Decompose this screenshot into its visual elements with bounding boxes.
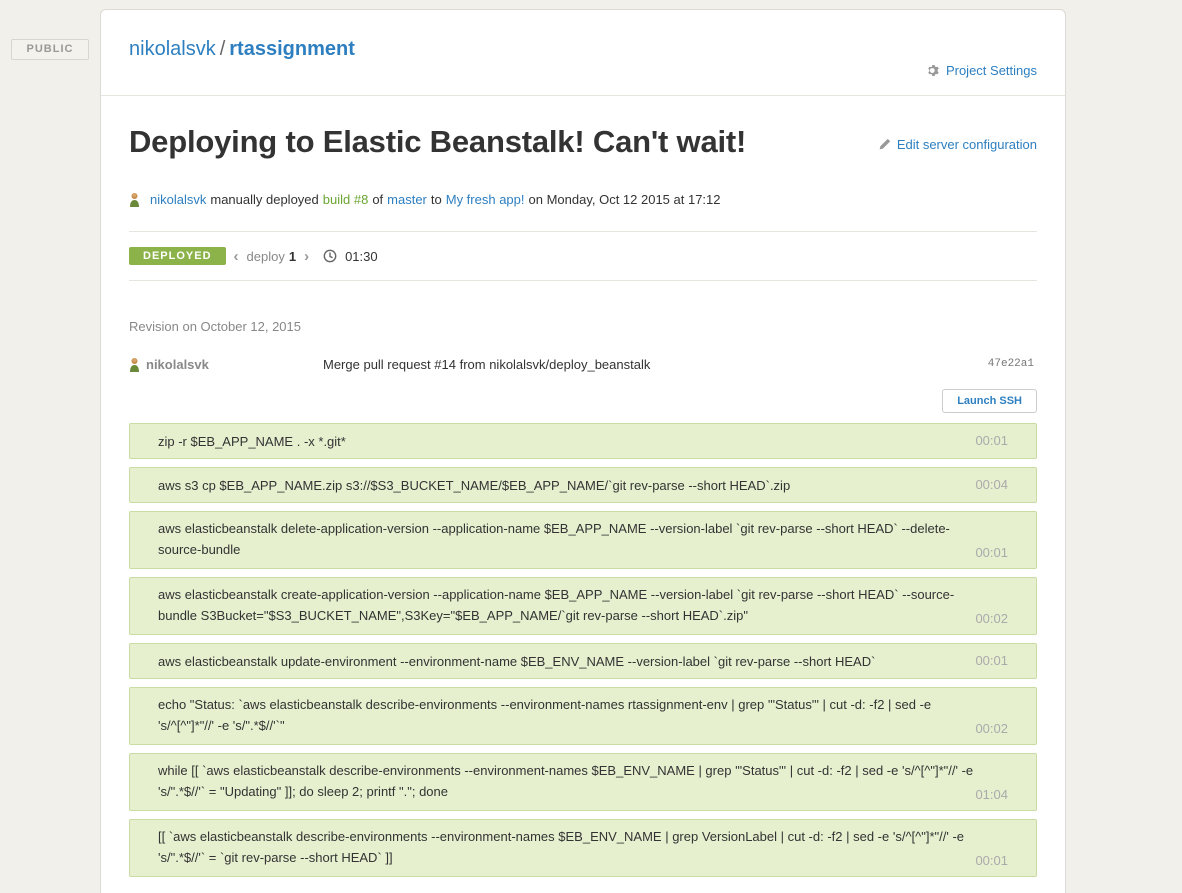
status-row: DEPLOYED ‹ deploy 1 › 01:30 — [129, 231, 1037, 281]
step-command: while [[ `aws elasticbeanstalk describe-… — [158, 763, 974, 799]
project-settings-label: Project Settings — [945, 62, 1037, 78]
build-step[interactable]: [[ `aws elasticbeanstalk describe-enviro… — [129, 819, 1037, 877]
commit-sha[interactable]: 47e22a1 — [988, 358, 1034, 370]
build-steps: zip -r $EB_APP_NAME . -x *.git* 00:01 aws … — [129, 423, 1037, 877]
pencil-icon — [879, 138, 890, 149]
deploy-number: 1 — [288, 248, 297, 264]
build-step[interactable]: aws elasticbeanstalk update-environment … — [129, 643, 1037, 679]
step-duration: 00:04 — [975, 477, 1008, 492]
edit-server-config-link[interactable]: Edit server configuration — [878, 128, 1037, 160]
launch-ssh-button[interactable]: Launch SSH — [942, 389, 1037, 413]
step-command: aws s3 cp $EB_APP_NAME.zip s3://$S3_BUCK… — [158, 478, 791, 493]
panel-header: nikolalsvk / rtassignment Project Settings — [101, 10, 1065, 96]
repo-link[interactable]: rtassignment — [229, 38, 355, 60]
project-settings-link[interactable]: Project Settings — [927, 45, 1037, 95]
meta-text-of: of — [372, 191, 384, 207]
page-title: Deploying to Elastic Beanstalk! Can't wa… — [129, 124, 747, 159]
meta-text-deployed: manually deployed — [210, 191, 319, 207]
avatar — [130, 357, 139, 372]
owner-link[interactable]: nikolalsvk — [129, 38, 216, 60]
user-link[interactable]: nikolalsvk — [150, 192, 206, 207]
step-command: aws elasticbeanstalk delete-application-… — [158, 521, 950, 557]
step-duration: 00:02 — [975, 611, 1008, 626]
step-command: aws elasticbeanstalk update-environment … — [158, 654, 876, 669]
status-badge: DEPLOYED — [129, 247, 226, 265]
build-step[interactable]: aws elasticbeanstalk delete-application-… — [129, 511, 1037, 569]
edit-server-config-label: Edit server configuration — [896, 136, 1037, 152]
commit-author[interactable]: nikolalsvk — [129, 357, 323, 372]
meta-date: on Monday, Oct 12 2015 at 17:12 — [528, 191, 721, 207]
step-duration: 00:01 — [975, 653, 1008, 668]
step-duration: 00:01 — [975, 545, 1008, 560]
deploy-label: deploy — [246, 248, 285, 264]
breadcrumb: nikolalsvk / rtassignment — [129, 38, 355, 95]
step-duration: 00:01 — [975, 433, 1008, 448]
gear-icon — [928, 64, 939, 76]
branch-link[interactable]: master — [387, 192, 427, 207]
revision-label: Revision on October 12, 2015 — [129, 319, 301, 334]
app-link[interactable]: My fresh app! — [446, 192, 525, 207]
build-step[interactable]: aws s3 cp $EB_APP_NAME.zip s3://$S3_BUCK… — [129, 467, 1037, 503]
commit-message[interactable]: Merge pull request #14 from nikolalsvk/d… — [323, 357, 988, 372]
step-command: aws elasticbeanstalk create-application-… — [158, 587, 955, 623]
build-link[interactable]: build #8 — [323, 192, 369, 207]
build-panel: nikolalsvk / rtassignment Project Settings… — [100, 9, 1066, 893]
step-duration: 00:01 — [975, 853, 1008, 868]
build-step[interactable]: while [[ `aws elasticbeanstalk describe-… — [129, 753, 1037, 811]
build-step[interactable]: aws elasticbeanstalk create-application-… — [129, 577, 1037, 635]
step-duration: 01:04 — [975, 787, 1008, 802]
breadcrumb-separator: / — [219, 38, 226, 60]
public-badge: PUBLIC — [11, 39, 89, 60]
step-command: echo "Status: `aws elasticbeanstalk desc… — [158, 697, 932, 733]
commit-author-name: nikolalsvk — [146, 356, 209, 372]
chevron-left-icon[interactable]: ‹ — [234, 248, 239, 265]
duration: 01:30 — [345, 248, 378, 264]
avatar — [130, 192, 139, 207]
step-command: [[ `aws elasticbeanstalk describe-enviro… — [158, 829, 965, 865]
build-step[interactable]: echo "Status: `aws elasticbeanstalk desc… — [129, 687, 1037, 745]
meta-text-to: to — [430, 191, 442, 207]
clock-icon — [323, 249, 337, 263]
step-duration: 00:02 — [975, 721, 1008, 736]
commit-row: nikolalsvk Merge pull request #14 from n… — [129, 355, 1037, 373]
chevron-right-icon[interactable]: › — [304, 248, 309, 265]
step-command: zip -r $EB_APP_NAME . -x *.git* — [158, 434, 346, 449]
deploy-meta: nikolalsvk manually deployed build #8 of… — [129, 190, 1037, 208]
build-step[interactable]: zip -r $EB_APP_NAME . -x *.git* 00:01 — [129, 423, 1037, 459]
